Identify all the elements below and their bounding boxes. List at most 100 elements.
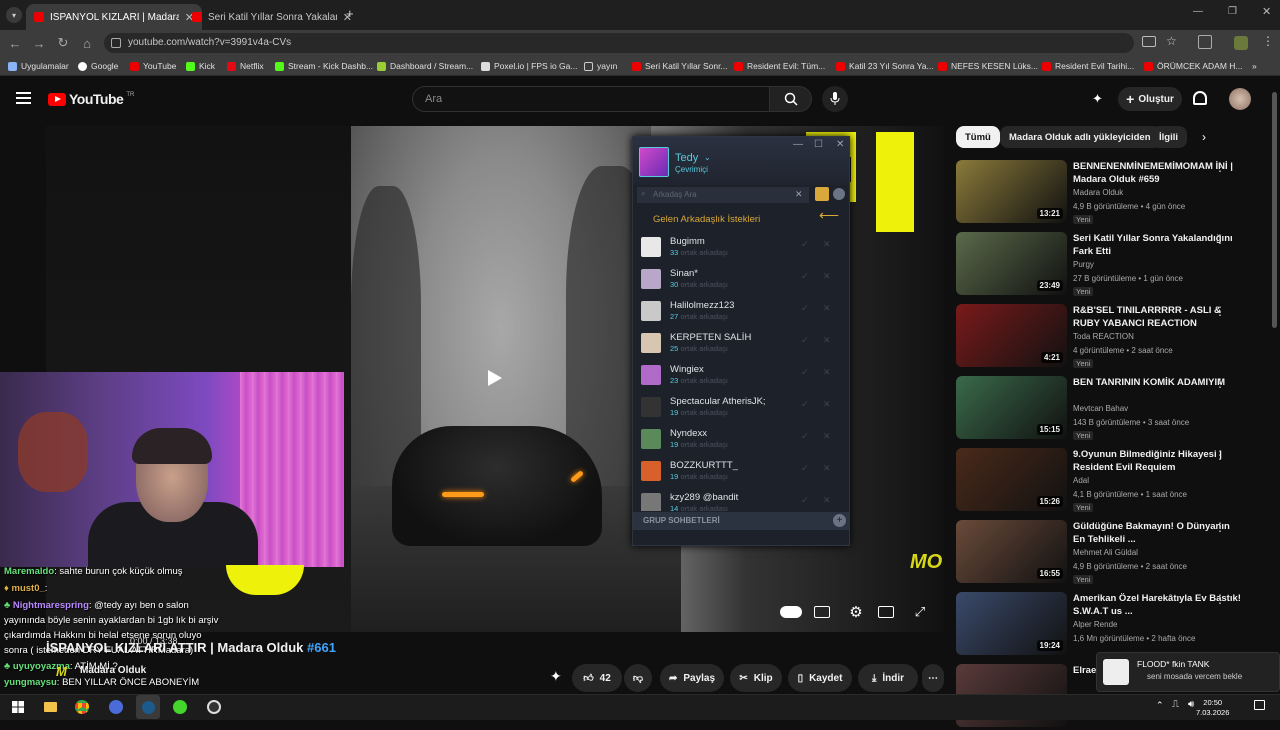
chips-next-icon[interactable]: › bbox=[1202, 130, 1206, 144]
accept-icon[interactable]: ✓ bbox=[801, 335, 809, 346]
decline-icon[interactable]: ✕ bbox=[823, 431, 831, 442]
download-button[interactable]: ⤓ İndir bbox=[858, 664, 918, 692]
bookmark-kick[interactable]: Kick bbox=[186, 56, 215, 76]
bookmark-youtube[interactable]: YouTube bbox=[130, 56, 176, 76]
friend-request-row[interactable]: Wingiex 23 ortak arkadaşı ✓ ✕ bbox=[641, 361, 841, 389]
page-scrollbar[interactable] bbox=[1272, 92, 1277, 328]
settings-icon[interactable] bbox=[833, 188, 845, 200]
decline-icon[interactable]: ✕ bbox=[823, 303, 831, 314]
incoming-requests-header[interactable]: Gelen Arkadaşlık İstekleri bbox=[653, 214, 760, 225]
windows-start-icon[interactable] bbox=[8, 697, 28, 717]
subtitles-icon[interactable] bbox=[814, 606, 830, 618]
more-actions-button[interactable]: ⋯ bbox=[922, 664, 944, 692]
kick-action-icon[interactable]: ✦ bbox=[550, 668, 562, 685]
user-name[interactable]: Tedy bbox=[675, 152, 698, 164]
friend-request-row[interactable]: Spectacular AtherisJK; 19 ortak arkadaşı ✓… bbox=[641, 393, 841, 421]
video-thumbnail[interactable]: 15:15 bbox=[956, 376, 1067, 439]
profile-icon[interactable] bbox=[1234, 36, 1248, 50]
channel-name[interactable]: Adal bbox=[1073, 476, 1089, 485]
channel-logo[interactable]: M bbox=[56, 664, 67, 679]
voice-search-button[interactable] bbox=[822, 86, 848, 112]
recommended-video[interactable]: 13:21 BENNENENMİNEMEMİMOMAM İNİ | Madara … bbox=[956, 160, 1266, 226]
group-chats-header[interactable]: GRUP SOHBETLERİ bbox=[633, 512, 849, 530]
chevron-down-icon[interactable]: ⌄ bbox=[704, 153, 711, 162]
close-icon[interactable]: ✕ bbox=[836, 139, 844, 150]
decline-icon[interactable]: ✕ bbox=[823, 335, 831, 346]
site-info-icon[interactable] bbox=[111, 38, 121, 48]
bookmark-apps[interactable]: Uygulamalar bbox=[8, 56, 69, 76]
bookmark-star-icon[interactable]: ☆ bbox=[1166, 34, 1177, 48]
like-button[interactable]: 👍︎ 42 bbox=[572, 664, 622, 692]
video-thumbnail[interactable]: 13:21 bbox=[956, 160, 1067, 223]
accept-icon[interactable]: ✓ bbox=[801, 271, 809, 282]
bookmark-netflix[interactable]: Netflix bbox=[227, 56, 264, 76]
accept-icon[interactable]: ✓ bbox=[801, 399, 809, 410]
bookmark-poxel[interactable]: Poxel.io | FPS io Ga... bbox=[481, 56, 577, 76]
file-explorer-icon[interactable] bbox=[40, 697, 60, 717]
recommended-video[interactable]: 16:55 Güldüğüne Bakmayın! O Dünyanın En T… bbox=[956, 520, 1266, 586]
decline-icon[interactable]: ✕ bbox=[823, 495, 831, 506]
recommended-video[interactable]: 4:21 R&B'SEL TINILARRRRR - ASLI & RUBY YA… bbox=[956, 304, 1266, 370]
bookmark-kick-dashboard[interactable]: Stream - Kick Dashb... bbox=[275, 56, 373, 76]
channel-name[interactable]: Toda REACTION bbox=[1073, 332, 1134, 341]
friend-request-row[interactable]: KERPETEN SALİH 25 ortak arkadaşı ✓ ✕ bbox=[641, 329, 841, 357]
chip-all[interactable]: Tümü bbox=[956, 126, 1000, 148]
tab-madara-olduk[interactable]: İSPANYOL KIZLARI | Madara Olduk ✕ bbox=[26, 4, 202, 30]
friend-request-row[interactable]: Bugimm 33 ortak arkadaşı ✓ ✕ bbox=[641, 233, 841, 261]
decline-icon[interactable]: ✕ bbox=[823, 239, 831, 250]
more-options-icon[interactable]: ⋮ bbox=[1214, 376, 1226, 390]
video-thumbnail[interactable]: 23:49 bbox=[956, 232, 1067, 295]
steam-icon[interactable] bbox=[136, 695, 160, 719]
minimize-icon[interactable]: — bbox=[1193, 6, 1203, 17]
discord-like-icon[interactable] bbox=[106, 697, 126, 717]
more-options-icon[interactable]: ⋮ bbox=[1214, 592, 1226, 606]
friend-request-row[interactable]: BOZZKURTTT_ 19 ortak arkadaşı ✓ ✕ bbox=[641, 457, 841, 485]
recommended-video[interactable]: 23:49 Seri Katil Yıllar Sonra Yakalandığı… bbox=[956, 232, 1266, 298]
channel-name[interactable]: Purgy bbox=[1073, 260, 1094, 269]
accept-icon[interactable]: ✓ bbox=[801, 239, 809, 250]
more-options-icon[interactable]: ⋮ bbox=[1214, 160, 1226, 174]
network-icon[interactable]: ⎍ bbox=[1172, 699, 1179, 710]
maximize-icon[interactable]: ☐ bbox=[814, 139, 823, 150]
accept-icon[interactable]: ✓ bbox=[801, 431, 809, 442]
chip-from-uploader[interactable]: Madara Olduk adlı yükleyiciden bbox=[1000, 126, 1160, 148]
recommended-video[interactable]: 19:24 Amerikan Özel Harekâtıyla Ev Bastık… bbox=[956, 592, 1266, 658]
notifications-bell-icon[interactable] bbox=[1193, 91, 1207, 105]
video-thumbnail[interactable]: 15:26 bbox=[956, 448, 1067, 511]
friend-search-input[interactable]: Arkadaş Ara bbox=[637, 187, 809, 203]
back-icon[interactable]: ← bbox=[6, 34, 24, 52]
channel-name[interactable]: Alper Rende bbox=[1073, 620, 1117, 629]
extensions-icon[interactable] bbox=[1198, 35, 1212, 49]
minimize-icon[interactable]: — bbox=[793, 139, 803, 150]
system-clock[interactable]: 20:50 7.03.2026 bbox=[1196, 698, 1229, 718]
friend-request-row[interactable]: Sinan* 30 ortak arkadaşı ✓ ✕ bbox=[641, 265, 841, 293]
kick-extension-icon[interactable]: ✦ bbox=[1092, 91, 1103, 107]
clip-button[interactable]: ✂ Klip bbox=[730, 664, 782, 692]
more-options-icon[interactable]: ⋮ bbox=[1214, 232, 1226, 246]
channel-name[interactable]: Mevtcan Bahav bbox=[1073, 404, 1128, 413]
youtube-logo[interactable]: YouTube TR bbox=[48, 91, 134, 107]
bookmark-resident-evil-tarihi[interactable]: Resident Evil Tarihi... bbox=[1042, 56, 1134, 76]
notification-center-icon[interactable] bbox=[1254, 700, 1265, 710]
tab-list-button[interactable]: ▾ bbox=[6, 7, 22, 23]
bookmark-orumcek-adam[interactable]: ÖRÜMCEK ADAM H... bbox=[1144, 56, 1242, 76]
friend-request-row[interactable]: Halilolmezz123 27 ortak arkadaşı ✓ ✕ bbox=[641, 297, 841, 325]
decline-icon[interactable]: ✕ bbox=[823, 463, 831, 474]
channel-name-overlay[interactable]: Madara Olduk bbox=[80, 665, 146, 676]
close-window-icon[interactable]: ✕ bbox=[1262, 5, 1271, 18]
add-friend-icon[interactable] bbox=[815, 187, 829, 201]
accept-icon[interactable]: ✓ bbox=[801, 463, 809, 474]
forward-icon[interactable]: → bbox=[30, 34, 48, 52]
tray-chevron-icon[interactable]: ⌃ bbox=[1156, 700, 1164, 711]
chip-related[interactable]: İlgili bbox=[1150, 126, 1187, 148]
more-options-icon[interactable]: ⋮ bbox=[1214, 520, 1226, 534]
menu-icon[interactable]: ⋮ bbox=[1262, 34, 1274, 48]
accept-icon[interactable]: ✓ bbox=[801, 367, 809, 378]
play-button[interactable] bbox=[474, 362, 516, 394]
restore-icon[interactable]: ❐ bbox=[1228, 6, 1237, 17]
add-group-icon[interactable]: + bbox=[833, 514, 846, 527]
more-options-icon[interactable]: ⋮ bbox=[1214, 304, 1226, 318]
decline-icon[interactable]: ✕ bbox=[823, 367, 831, 378]
miniplayer-icon[interactable] bbox=[878, 606, 894, 618]
bookmark-folder-yayin[interactable]: yayın bbox=[584, 56, 617, 76]
